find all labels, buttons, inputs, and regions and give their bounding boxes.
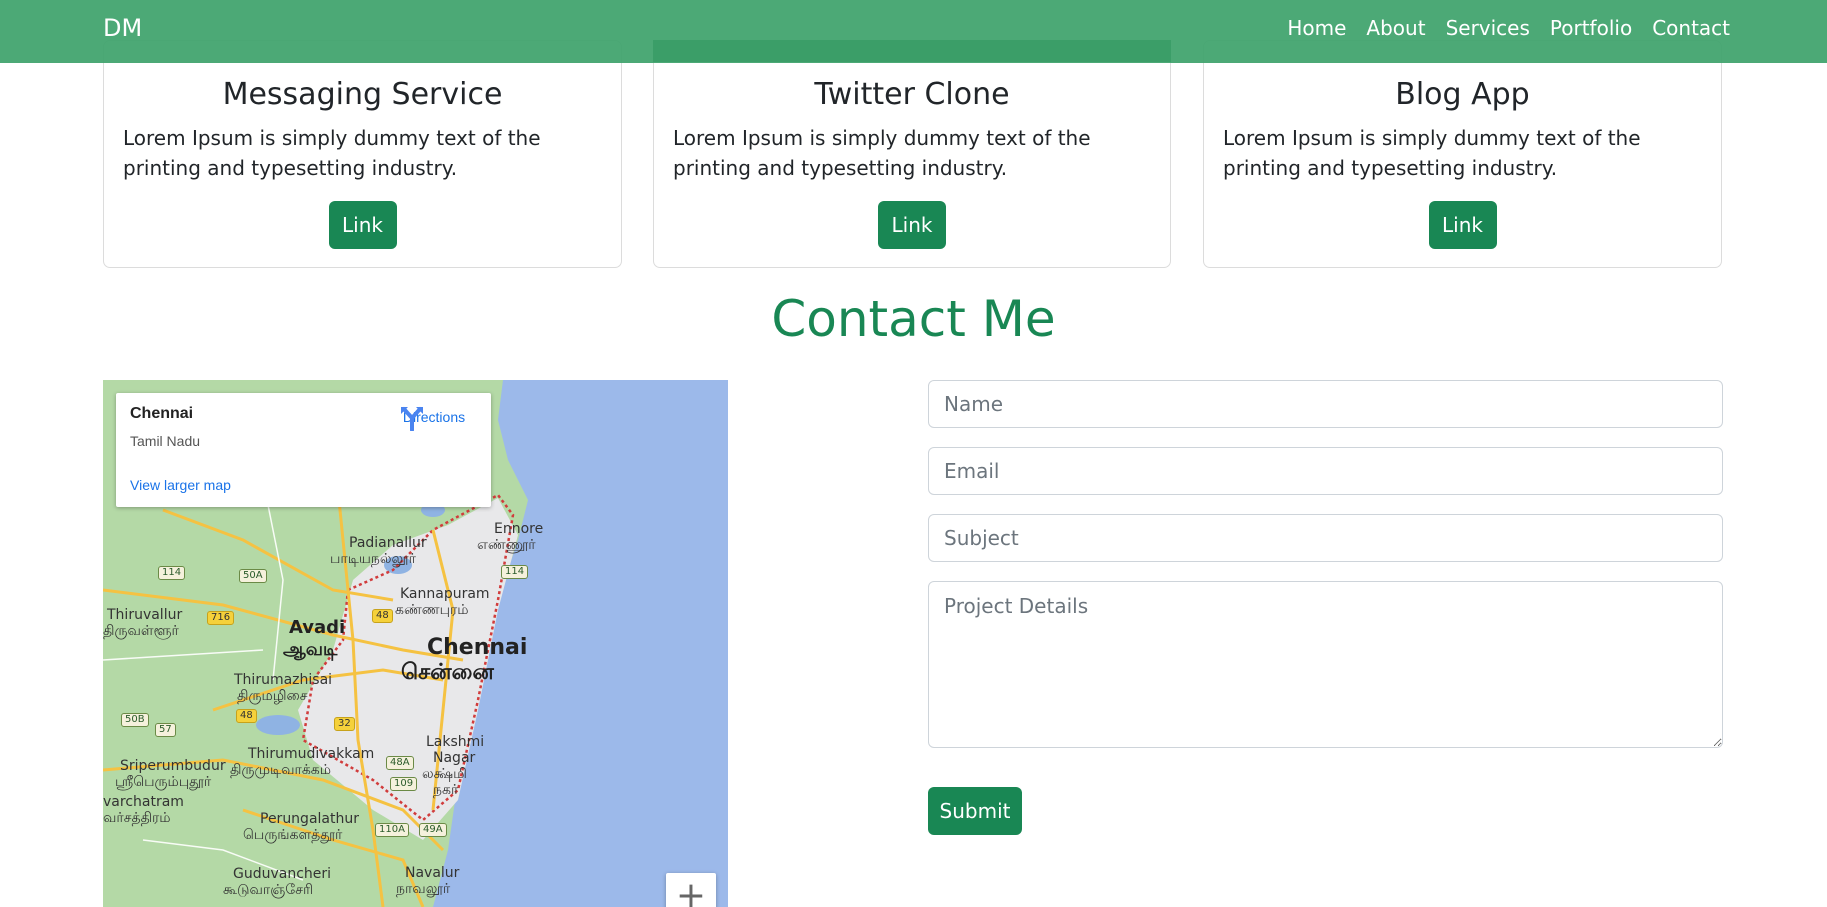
- highway-shield: 50A: [239, 569, 267, 583]
- map-label: Chennai: [427, 635, 528, 660]
- map-label: Nagar: [433, 750, 476, 766]
- nav-link-portfolio[interactable]: Portfolio: [1550, 16, 1632, 40]
- project-details-textarea[interactable]: [928, 581, 1723, 748]
- map-label: பாடியநல்லூர்: [330, 551, 416, 567]
- card-link-button[interactable]: Link: [328, 201, 397, 249]
- highway-shield: 110A: [375, 823, 409, 837]
- highway-shield: 50B: [121, 713, 149, 727]
- map-label: Thiruvallur: [107, 607, 183, 623]
- map-label: Navalur: [405, 865, 460, 881]
- directions-icon: [401, 407, 423, 431]
- map-label: கூடுவாஞ்சேரி: [223, 882, 314, 898]
- project-card-messaging: Messaging Service Lorem Ipsum is simply …: [103, 40, 622, 268]
- map-label: Thirumazhisai: [234, 672, 333, 688]
- map-label: ஆவடி: [283, 639, 338, 660]
- nav-link-home[interactable]: Home: [1287, 16, 1346, 40]
- map-label: பெருங்களத்தூர்: [243, 827, 343, 843]
- map-place-name: Chennai: [130, 405, 194, 422]
- highway-shield: 48: [372, 609, 393, 623]
- map-label: varchatram: [103, 794, 184, 810]
- submit-button[interactable]: Submit: [928, 787, 1022, 835]
- zoom-in-button[interactable]: +: [666, 873, 716, 907]
- navbar: DM Home About Services Portfolio Contact: [0, 0, 1827, 63]
- highway-shield: 32: [334, 717, 355, 731]
- map-embed[interactable]: Ennore எண்ணூர் Padianallur பாடியநல்லூர் …: [103, 380, 728, 907]
- card-text: Lorem Ipsum is simply dummy text of the …: [1223, 126, 1641, 180]
- map-label: Avadi: [289, 617, 346, 638]
- map-label: Ennore: [494, 521, 544, 537]
- nav-brand[interactable]: DM: [103, 14, 142, 42]
- map-label: ஸ்ரீபெரும்புதூர்: [115, 774, 212, 790]
- card-link-button[interactable]: Link: [878, 201, 946, 249]
- project-card-blog-app: Blog App Lorem Ipsum is simply dummy tex…: [1203, 40, 1722, 268]
- map-label: லக்ஷ்மி: [422, 766, 467, 782]
- nav-links: Home About Services Portfolio Contact: [1287, 16, 1730, 40]
- map-label: சென்னை: [401, 660, 494, 685]
- map-label: வர்சத்திரம்: [103, 810, 171, 826]
- view-larger-map-link[interactable]: View larger map: [130, 477, 231, 493]
- map-label: Sriperumbudur: [120, 758, 226, 774]
- nav-link-contact[interactable]: Contact: [1652, 16, 1730, 40]
- map-label: திருவள்ளூர்: [103, 623, 179, 639]
- nav-link-services[interactable]: Services: [1446, 16, 1530, 40]
- map-info-card: Chennai Tamil Nadu View larger map Direc…: [116, 393, 491, 507]
- highway-shield: 49A: [419, 823, 447, 837]
- map-label: கண்ணபுரம்: [395, 602, 469, 618]
- card-title: Messaging Service: [222, 77, 503, 112]
- card-text: Lorem Ipsum is simply dummy text of the …: [123, 126, 541, 180]
- subject-input[interactable]: [928, 514, 1723, 562]
- map-label: எண்ணூர்: [477, 537, 536, 553]
- map-label: Perungalathur: [260, 811, 359, 827]
- project-card-twitter-clone: Twitter Clone Lorem Ipsum is simply dumm…: [653, 40, 1171, 268]
- card-link-button[interactable]: Link: [1428, 201, 1497, 249]
- map-label: திருமழிசை: [237, 688, 308, 704]
- highway-shield: 114: [158, 566, 186, 580]
- map-label: Guduvancheri: [233, 866, 332, 882]
- highway-shield: 48A: [386, 756, 414, 770]
- highway-shield: 716: [207, 611, 235, 625]
- directions-button[interactable]: Directions: [399, 405, 469, 431]
- map-label: திருமுடிவாக்கம்: [230, 762, 332, 778]
- card-text: Lorem Ipsum is simply dummy text of the …: [673, 126, 1091, 180]
- card-title: Twitter Clone: [814, 77, 1010, 112]
- card-title: Blog App: [1395, 77, 1530, 112]
- email-input[interactable]: [928, 447, 1723, 495]
- highway-shield: 109: [390, 777, 418, 791]
- map-label: Kannapuram: [400, 586, 490, 602]
- name-input[interactable]: [928, 380, 1723, 428]
- map-place-region: Tamil Nadu: [130, 433, 201, 449]
- map-label: நாவலூர்: [396, 881, 451, 897]
- map-label: Padianallur: [349, 535, 427, 551]
- highway-shield: 114: [501, 565, 529, 579]
- highway-shield: 48: [236, 709, 257, 723]
- map-label: Thirumudivakkam: [248, 746, 375, 762]
- contact-title: Contact Me: [771, 290, 1056, 348]
- highway-shield: 57: [155, 723, 176, 737]
- map-label: நகர்: [433, 782, 459, 798]
- map-label: Lakshmi: [426, 734, 485, 750]
- nav-link-about[interactable]: About: [1366, 16, 1425, 40]
